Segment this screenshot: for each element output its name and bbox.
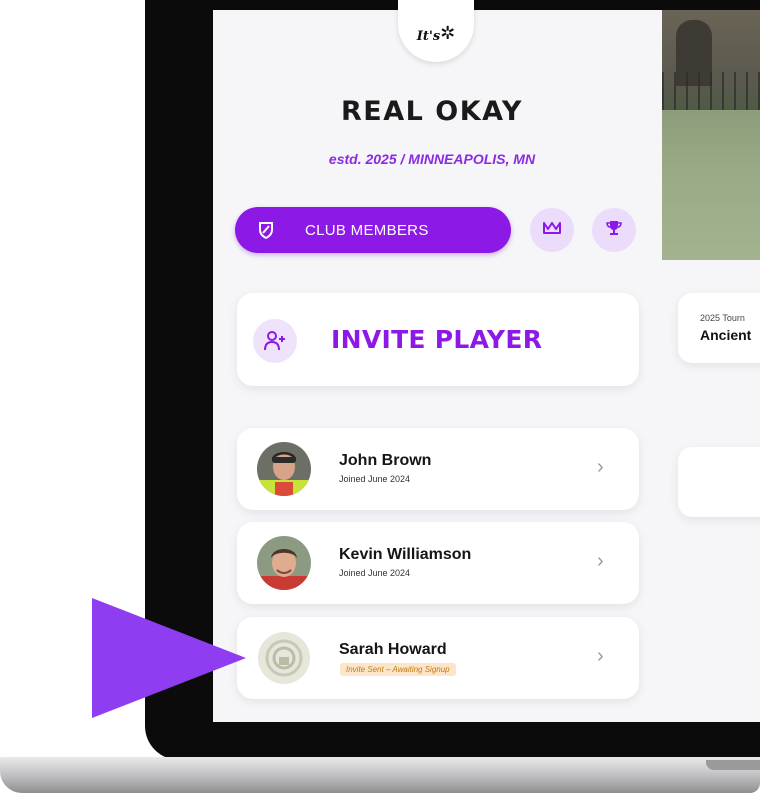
member-row-john-brown[interactable]: John Brown Joined June 2024 › [237, 428, 639, 510]
status-badge: Invite Sent – Awaiting Signup [340, 663, 456, 676]
member-name: Kevin Williamson [339, 546, 472, 563]
photo-field [662, 110, 760, 260]
tournament-name: Ancient [700, 327, 752, 343]
club-name: REAL OKAY [341, 96, 523, 127]
member-row-kevin-williamson[interactable]: Kevin Williamson Joined June 2024 › [237, 522, 639, 604]
tournament-label: 2025 Tourn [700, 313, 745, 323]
invite-player-label: INVITE PLAYER [331, 325, 543, 354]
invite-player-button[interactable]: INVITE PLAYER [237, 293, 639, 386]
pending-avatar [257, 631, 311, 685]
star-icon: ✲ [440, 22, 456, 43]
add-user-icon [253, 319, 297, 363]
secondary-card[interactable] [678, 447, 760, 517]
crown-icon [542, 221, 562, 240]
member-name: Sarah Howard [339, 641, 447, 658]
club-logo-text: It's [416, 28, 441, 44]
member-row-sarah-howard[interactable]: Sarah Howard Invite Sent – Awaiting Sign… [237, 617, 639, 699]
shield-icon [257, 221, 275, 239]
member-status: Joined June 2024 [339, 568, 411, 578]
member-status: Joined June 2024 [339, 474, 411, 484]
chevron-right-icon: › [597, 550, 604, 572]
photo-fence [662, 72, 760, 114]
tab-club-members-label: CLUB MEMBERS [305, 221, 429, 239]
team-photo [662, 10, 760, 260]
avatar [257, 442, 311, 496]
avatar [257, 536, 311, 590]
highlight-arrow [92, 598, 246, 718]
laptop-notch [706, 760, 760, 770]
tab-crown[interactable] [530, 208, 574, 252]
club-subtitle: estd. 2025 / MINNEAPOLIS, MN [328, 151, 536, 167]
trophy-icon [605, 219, 623, 242]
chevron-right-icon: › [597, 645, 604, 667]
tab-trophy[interactable] [592, 208, 636, 252]
tab-club-members[interactable]: CLUB MEMBERS [235, 207, 511, 253]
member-name: John Brown [339, 452, 432, 469]
laptop-base [0, 757, 760, 793]
chevron-right-icon: › [597, 456, 604, 478]
tournament-card[interactable]: 2025 Tourn Ancient [678, 293, 760, 363]
